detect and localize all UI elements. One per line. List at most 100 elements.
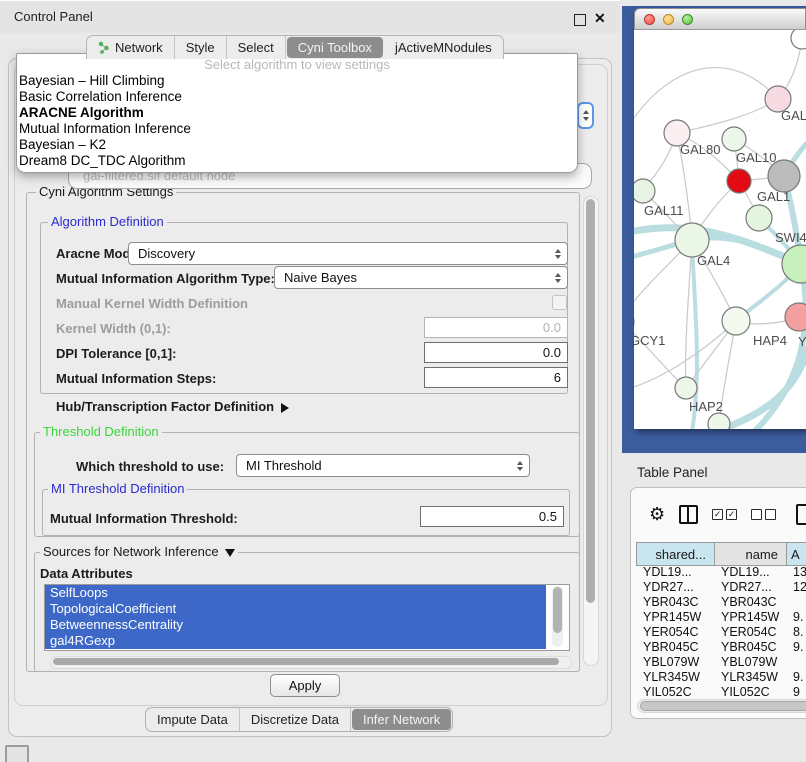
tab-cyni-toolbox[interactable]: Cyni Toolbox: [287, 37, 383, 58]
table-row[interactable]: YBR043CYBR043C: [636, 595, 806, 610]
close-icon[interactable]: ✕: [594, 10, 606, 27]
close-window-icon[interactable]: [644, 14, 655, 25]
tab-style[interactable]: Style: [175, 36, 227, 59]
list-item[interactable]: BetweennessCentrality: [45, 617, 546, 633]
cell: YDL19...: [636, 565, 714, 580]
control-panel-tabbar: Network Style Select Cyni Toolbox jActiv…: [86, 35, 504, 59]
tab-discretize-data-label: Discretize Data: [251, 712, 339, 727]
zoom-window-icon[interactable]: [682, 14, 693, 25]
table-row[interactable]: YDL19...YDL19...13: [636, 565, 806, 580]
node-label: HAP2: [689, 399, 723, 414]
table-row[interactable]: YBL079WYBL079W: [636, 655, 806, 670]
which-threshold-combobox[interactable]: MI Threshold: [236, 454, 530, 477]
checked-checkbox-icon: ✓: [712, 509, 723, 520]
document-icon[interactable]: [796, 504, 806, 525]
tab-jactivemnodules[interactable]: jActiveMNodules: [384, 36, 503, 59]
dropdown-item[interactable]: Bayesian – K2: [17, 137, 577, 153]
column-header-shared[interactable]: shared...: [636, 543, 714, 565]
table-panel-title: Table Panel: [637, 465, 708, 480]
mi-steps-input[interactable]: 6: [424, 367, 568, 388]
network-view-window: GAL GAL80 GAL10 GAL1 GAL11 SWI4 GAL4 GCY…: [634, 8, 806, 429]
list-item[interactable]: SelfLoops: [45, 585, 546, 601]
node[interactable]: [675, 223, 709, 257]
node[interactable]: [722, 307, 750, 335]
manual-kernel-checkbox[interactable]: [552, 295, 567, 310]
columns-icon[interactable]: [679, 505, 698, 524]
aracne-mode-combobox[interactable]: Discovery: [128, 242, 568, 265]
which-threshold-label: Which threshold to use:: [76, 459, 224, 474]
table-row[interactable]: YIL052CYIL052C9: [636, 685, 806, 700]
table-row[interactable]: YBR045CYBR045C9.: [636, 640, 806, 655]
node[interactable]: [708, 413, 730, 429]
tab-cyni-toolbox-label: Cyni Toolbox: [298, 40, 372, 55]
column-header-partial[interactable]: A: [786, 543, 806, 565]
focused-combobox-spinner[interactable]: [577, 102, 594, 129]
scrollbar-thumb[interactable]: [553, 587, 562, 633]
mi-steps-label: Mutual Information Steps:: [56, 371, 216, 386]
node[interactable]: [782, 245, 806, 283]
list-item[interactable]: gal4RGexp: [45, 633, 546, 649]
node-label: GCY1: [634, 333, 665, 348]
tab-infer-network[interactable]: Infer Network: [352, 709, 451, 730]
node[interactable]: [791, 30, 806, 49]
table-row[interactable]: YDR27...YDR27...12: [636, 580, 806, 595]
node[interactable]: [785, 303, 806, 331]
dropdown-item[interactable]: Basic Correlation Inference: [17, 89, 577, 105]
node-label: Y: [798, 334, 806, 349]
list-item[interactable]: TopologicalCoefficient: [45, 601, 546, 617]
mi-threshold-input[interactable]: 0.5: [420, 506, 564, 527]
app-root: Control Panel ✕ Network Style Select Cyn…: [0, 0, 806, 762]
aracne-mode-value: Discovery: [138, 246, 195, 261]
tab-select[interactable]: Select: [227, 36, 286, 59]
node[interactable]: [727, 169, 751, 193]
table-row[interactable]: YLR345WYLR345W9.: [636, 670, 806, 685]
table-row[interactable]: YPR145WYPR145W9.: [636, 610, 806, 625]
mi-threshold-label: Mutual Information Threshold:: [50, 511, 238, 526]
dropdown-item[interactable]: Bayesian – Hill Climbing: [17, 73, 577, 89]
dropdown-item[interactable]: Dream8 DC_TDC Algorithm: [17, 153, 577, 169]
select-all-checkboxes-icon[interactable]: ✓ ✓: [712, 509, 737, 520]
settings-horizontal-scrollbar[interactable]: [50, 656, 572, 669]
tab-network[interactable]: Network: [87, 36, 175, 59]
sources-legend[interactable]: Sources for Network Inference: [40, 545, 238, 559]
cell: YBL079W: [714, 655, 786, 670]
mi-type-combobox[interactable]: Naive Bayes: [274, 266, 568, 289]
column-header-name[interactable]: name: [714, 543, 786, 565]
settings-vertical-scrollbar[interactable]: [583, 196, 599, 666]
dropdown-item-selected[interactable]: ARACNE Algorithm: [17, 105, 577, 121]
unchecked-checkbox-icon: [765, 509, 776, 520]
tab-network-label: Network: [115, 40, 163, 55]
scrollbar-thumb[interactable]: [640, 701, 806, 711]
scrollbar-thumb[interactable]: [586, 199, 595, 603]
combobox-spinner-icon: [555, 273, 561, 283]
cell: YDR27...: [636, 580, 714, 595]
tab-impute-data[interactable]: Impute Data: [146, 708, 240, 731]
collapsed-panel-icon[interactable]: [5, 745, 29, 762]
table-row[interactable]: YER054CYER054C8.: [636, 625, 806, 640]
cell: YBR043C: [636, 595, 714, 610]
hub-definition-toggle[interactable]: Hub/Transcription Factor Definition: [56, 399, 289, 414]
table-horizontal-scrollbar[interactable]: [637, 699, 806, 713]
minimize-window-icon[interactable]: [663, 14, 674, 25]
tab-discretize-data[interactable]: Discretize Data: [240, 708, 351, 731]
spinner-up-icon: [583, 110, 589, 114]
float-panel-icon[interactable]: [574, 14, 586, 26]
kernel-width-input[interactable]: 0.0: [424, 317, 568, 338]
data-attributes-list[interactable]: SelfLoops TopologicalCoefficient Between…: [44, 584, 570, 651]
gear-icon[interactable]: ⚙: [649, 505, 665, 523]
network-canvas[interactable]: GAL GAL80 GAL10 GAL1 GAL11 SWI4 GAL4 GCY…: [634, 30, 806, 429]
node[interactable]: [746, 205, 772, 231]
cell: 12: [786, 580, 806, 595]
attribute-list-scrollbar[interactable]: [552, 586, 563, 647]
cell: YLR345W: [636, 670, 714, 685]
node[interactable]: [722, 127, 746, 151]
cell: YDR27...: [714, 580, 786, 595]
node[interactable]: [675, 377, 697, 399]
scrollbar-thumb[interactable]: [53, 658, 559, 665]
dropdown-item[interactable]: Mutual Information Inference: [17, 121, 577, 137]
dpi-tolerance-input[interactable]: 0.0: [424, 342, 568, 363]
deselect-all-checkboxes-icon[interactable]: [751, 509, 776, 520]
network-window-titlebar[interactable]: [634, 8, 806, 30]
apply-button[interactable]: Apply: [270, 674, 340, 697]
node[interactable]: [634, 179, 655, 203]
